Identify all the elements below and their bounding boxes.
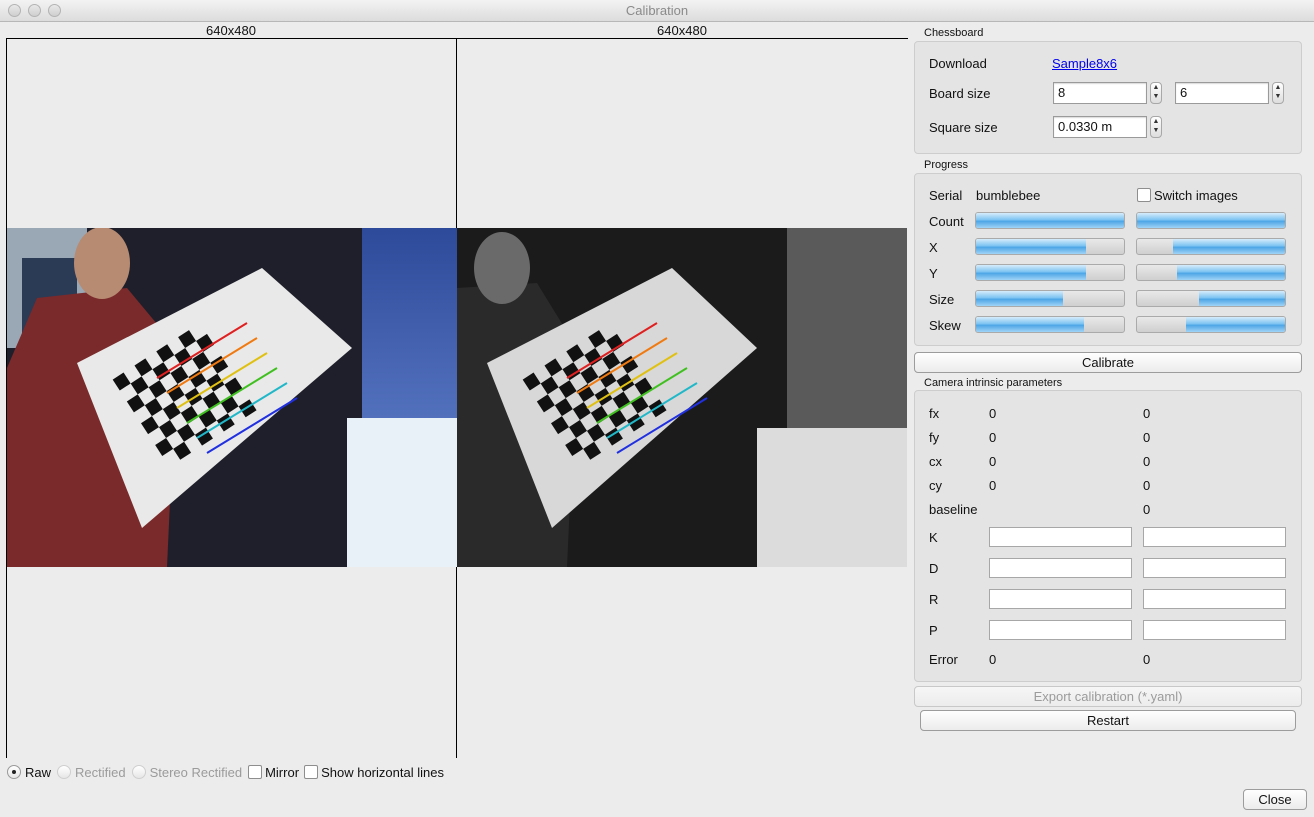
cx-left-value: 0	[989, 454, 997, 469]
left-camera-view	[6, 38, 457, 758]
board-height-stepper[interactable]: ▲ ▼	[1272, 82, 1284, 104]
chessboard-group-title: Chessboard	[924, 27, 984, 39]
k-left-field[interactable]	[989, 527, 1132, 547]
x-left-progress	[975, 238, 1125, 255]
baseline-value: 0	[1143, 502, 1151, 517]
skew-right-progress	[1136, 316, 1286, 333]
close-button[interactable]: Close	[1243, 789, 1307, 810]
fx-left-value: 0	[989, 406, 997, 421]
serial-label: Serial	[929, 188, 963, 203]
export-calibration-button[interactable]: Export calibration (*.yaml)	[914, 686, 1302, 707]
cx-label: cx	[929, 454, 942, 469]
fy-right-value: 0	[1143, 430, 1151, 445]
fx-label: fx	[929, 406, 940, 421]
size-right-progress	[1136, 290, 1286, 307]
right-camera-view	[457, 38, 908, 758]
p-label: P	[929, 623, 938, 638]
fy-left-value: 0	[989, 430, 997, 445]
cy-right-value: 0	[1143, 478, 1151, 493]
r-right-field[interactable]	[1143, 589, 1286, 609]
view-mode-row: Raw Rectified Stereo Rectified Mirror Sh…	[7, 763, 444, 781]
mirror-checkbox[interactable]	[248, 765, 263, 779]
intrinsics-group-title: Camera intrinsic parameters	[924, 377, 1063, 389]
switch-images-checkbox[interactable]	[1137, 188, 1151, 202]
error-right-value: 0	[1143, 652, 1151, 667]
horizontal-lines-checkbox[interactable]	[304, 765, 319, 779]
mirror-label[interactable]: Mirror	[265, 765, 302, 780]
right-view-resolution: 640x480	[657, 23, 707, 38]
count-label: Count	[929, 214, 964, 229]
serial-value: bumblebee	[976, 188, 1041, 203]
board-size-label: Board size	[929, 86, 991, 101]
right-camera-image	[457, 228, 907, 567]
rectified-radio[interactable]	[57, 765, 72, 779]
fx-right-value: 0	[1143, 406, 1151, 421]
left-camera-image	[7, 228, 457, 567]
horizontal-lines-label[interactable]: Show horizontal lines	[321, 765, 444, 780]
cy-left-value: 0	[989, 478, 997, 493]
k-right-field[interactable]	[1143, 527, 1286, 547]
stereo-rectified-label[interactable]: Stereo Rectified	[150, 765, 243, 780]
calibrate-button[interactable]: Calibrate	[914, 352, 1302, 373]
left-view-resolution: 640x480	[206, 23, 256, 38]
p-right-field[interactable]	[1143, 620, 1286, 640]
raw-label[interactable]: Raw	[25, 765, 51, 780]
rectified-label[interactable]: Rectified	[75, 765, 126, 780]
progress-group-title: Progress	[924, 159, 969, 171]
sample-download-link[interactable]: Sample8x6	[1052, 56, 1117, 71]
restart-button[interactable]: Restart	[920, 710, 1296, 731]
title-bar: Calibration	[0, 0, 1314, 22]
size-label: Size	[929, 292, 955, 307]
cy-label: cy	[929, 478, 942, 493]
d-right-field[interactable]	[1143, 558, 1286, 578]
r-label: R	[929, 592, 939, 607]
r-left-field[interactable]	[989, 589, 1132, 609]
p-left-field[interactable]	[989, 620, 1132, 640]
y-label: Y	[929, 266, 938, 281]
skew-left-progress	[975, 316, 1125, 333]
error-label: Error	[929, 652, 958, 667]
close-window-button[interactable]	[8, 4, 21, 17]
board-width-stepper[interactable]: ▲ ▼	[1150, 82, 1162, 104]
download-label: Download	[929, 56, 987, 71]
baseline-label: baseline	[929, 502, 978, 517]
count-left-progress	[975, 212, 1125, 229]
stereo-rectified-radio[interactable]	[131, 765, 146, 779]
minimize-window-button[interactable]	[28, 4, 41, 17]
d-left-field[interactable]	[989, 558, 1132, 578]
cx-right-value: 0	[1143, 454, 1151, 469]
window-title: Calibration	[625, 3, 689, 18]
x-right-progress	[1136, 238, 1286, 255]
count-right-progress	[1136, 212, 1286, 229]
switch-images-label[interactable]: Switch images	[1154, 188, 1238, 203]
board-width-input[interactable]: 8	[1053, 82, 1147, 104]
d-label: D	[929, 561, 939, 576]
square-size-input[interactable]: 0.0330 m	[1053, 116, 1147, 138]
raw-radio[interactable]	[7, 765, 21, 779]
k-label: K	[929, 530, 938, 545]
y-left-progress	[975, 264, 1125, 281]
fy-label: fy	[929, 430, 940, 445]
x-label: X	[929, 240, 938, 255]
square-size-label: Square size	[929, 120, 998, 135]
error-left-value: 0	[989, 652, 997, 667]
y-right-progress	[1136, 264, 1286, 281]
board-height-input[interactable]: 6	[1175, 82, 1269, 104]
skew-label: Skew	[929, 318, 961, 333]
zoom-window-button[interactable]	[48, 4, 61, 17]
square-size-stepper[interactable]: ▲ ▼	[1150, 116, 1162, 138]
size-left-progress	[975, 290, 1125, 307]
